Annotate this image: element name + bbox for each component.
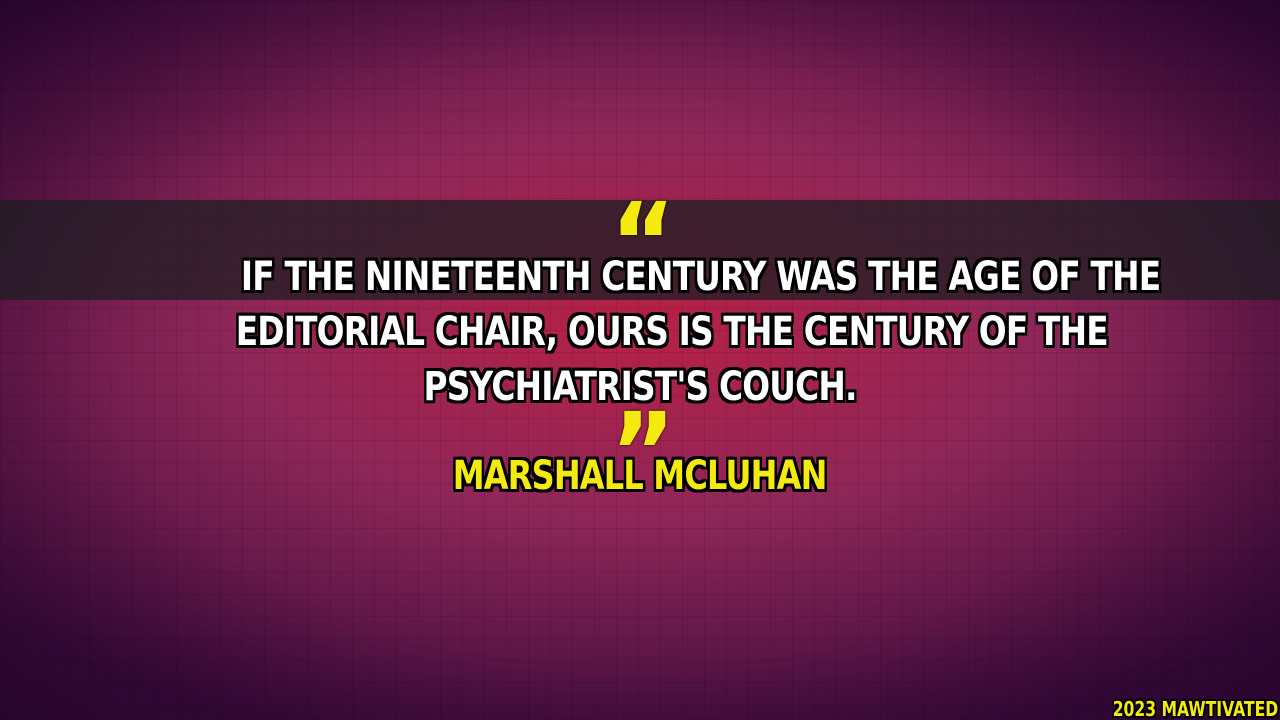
quote-text: IF THE NINETEENTH CENTURY WAS THE AGE OF… bbox=[140, 250, 1161, 415]
quote-line: EDITORIAL CHAIR, OURS IS THE CENTURY OF … bbox=[235, 309, 1109, 355]
open-quote-icon: “ bbox=[0, 194, 1280, 238]
close-quote-icon: ” bbox=[0, 404, 1280, 448]
author-name: MARSHALL MCLUHAN bbox=[453, 453, 828, 499]
quote-line: IF THE NINETEENTH CENTURY WAS THE AGE OF… bbox=[240, 254, 1161, 300]
watermark: 2023 MAWTIVATED bbox=[1112, 697, 1278, 720]
